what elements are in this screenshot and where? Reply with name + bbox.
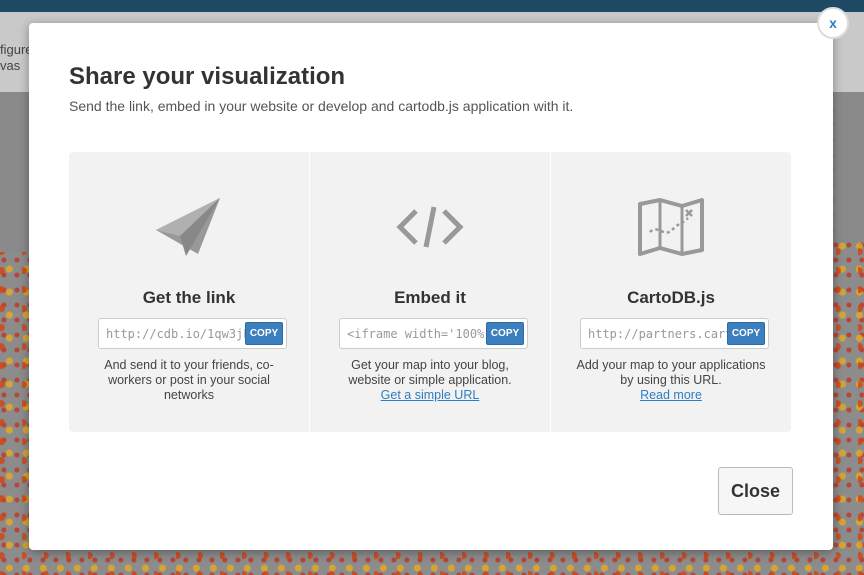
map-region-right xyxy=(834,92,864,242)
close-button[interactable]: Close xyxy=(718,467,793,515)
share-dialog: Share your visualization Send the link, … xyxy=(29,23,833,550)
app-panel-text: figure vas xyxy=(0,42,33,74)
embed-input[interactable] xyxy=(340,326,486,341)
option-description-text: And send it to your friends, co-workers … xyxy=(104,358,274,402)
share-option-cartodbjs: CartoDB.js COPY Add your map to your app… xyxy=(551,152,791,432)
cartodbjs-input[interactable] xyxy=(581,326,727,341)
option-description: And send it to your friends, co-workers … xyxy=(93,358,285,403)
map-icon xyxy=(636,192,706,262)
copy-link-button[interactable]: COPY xyxy=(245,322,283,345)
modal-close-icon[interactable]: x xyxy=(817,7,849,39)
read-more-link[interactable]: Read more xyxy=(575,388,767,403)
link-copy-field: COPY xyxy=(98,318,287,349)
copy-embed-button[interactable]: COPY xyxy=(486,322,524,345)
option-title: Get the link xyxy=(142,288,236,307)
share-option-embed: Embed it COPY Get your map into your blo… xyxy=(310,152,551,432)
paper-plane-icon xyxy=(154,192,224,262)
copy-cartodbjs-button[interactable]: COPY xyxy=(727,322,765,345)
option-description: Add your map to your applications by usi… xyxy=(575,358,767,403)
option-title: CartoDB.js xyxy=(627,288,715,307)
simple-url-link[interactable]: Get a simple URL xyxy=(334,388,526,403)
share-option-link: Get the link COPY And send it to your fr… xyxy=(69,152,310,432)
option-description-text: Get your map into your blog, website or … xyxy=(348,358,512,387)
app-panel-line-1: figure xyxy=(0,42,33,57)
dialog-subtitle: Send the link, embed in your website or … xyxy=(69,98,574,114)
app-panel-line-2: vas xyxy=(0,58,21,73)
embed-copy-field: COPY xyxy=(339,318,528,349)
option-description-text: Add your map to your applications by usi… xyxy=(576,358,766,387)
dialog-title: Share your visualization xyxy=(69,63,346,90)
link-input[interactable] xyxy=(99,326,245,341)
cartodbjs-copy-field: COPY xyxy=(580,318,769,349)
option-description: Get your map into your blog, website or … xyxy=(334,358,526,403)
share-options: Get the link COPY And send it to your fr… xyxy=(69,152,791,432)
code-icon xyxy=(395,192,465,262)
option-title: Embed it xyxy=(394,288,466,307)
app-topbar xyxy=(0,0,864,12)
